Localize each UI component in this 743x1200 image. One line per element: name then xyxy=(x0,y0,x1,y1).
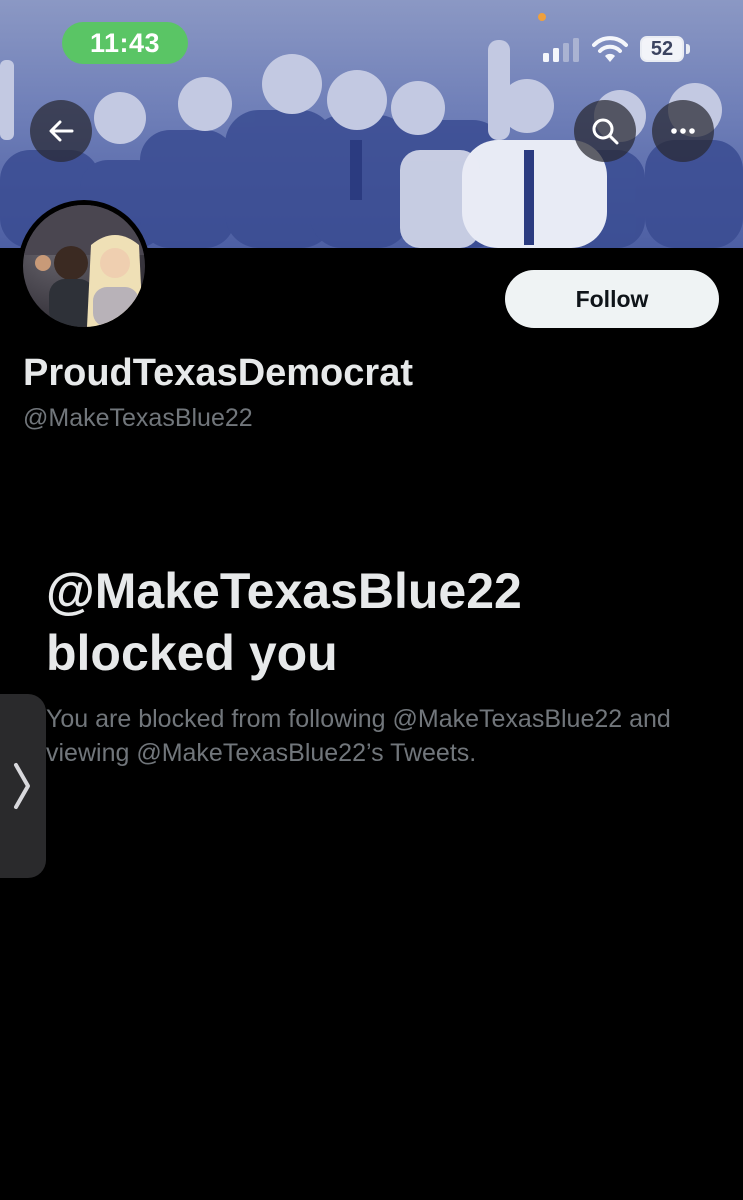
battery-tip xyxy=(686,44,690,54)
display-name: ProudTexasDemocrat xyxy=(23,352,413,394)
search-button[interactable] xyxy=(574,100,636,162)
blocked-description: You are blocked from following @MakeTexa… xyxy=(46,705,671,767)
search-icon xyxy=(592,118,619,145)
user-handle: @MakeTexasBlue22 xyxy=(23,404,253,432)
status-time[interactable]: 11:43 xyxy=(62,22,188,64)
cellular-signal-icon xyxy=(543,38,579,62)
follow-button[interactable]: Follow xyxy=(505,270,719,328)
status-bar: 11:43 52 xyxy=(0,0,743,90)
blocked-title: @MakeTexasBlue22 blocked you xyxy=(46,563,522,681)
back-button[interactable] xyxy=(30,100,92,162)
battery-indicator: 52 xyxy=(640,36,684,62)
arrow-left-icon xyxy=(49,120,74,142)
chevron-right-icon xyxy=(14,763,30,809)
side-drawer-handle[interactable] xyxy=(0,694,46,878)
avatar-photo xyxy=(23,205,145,327)
wifi-icon xyxy=(592,36,628,62)
more-horizontal-icon xyxy=(671,128,695,134)
profile-avatar[interactable] xyxy=(18,200,150,332)
more-options-button[interactable] xyxy=(652,100,714,162)
privacy-indicator-dot xyxy=(538,13,546,21)
